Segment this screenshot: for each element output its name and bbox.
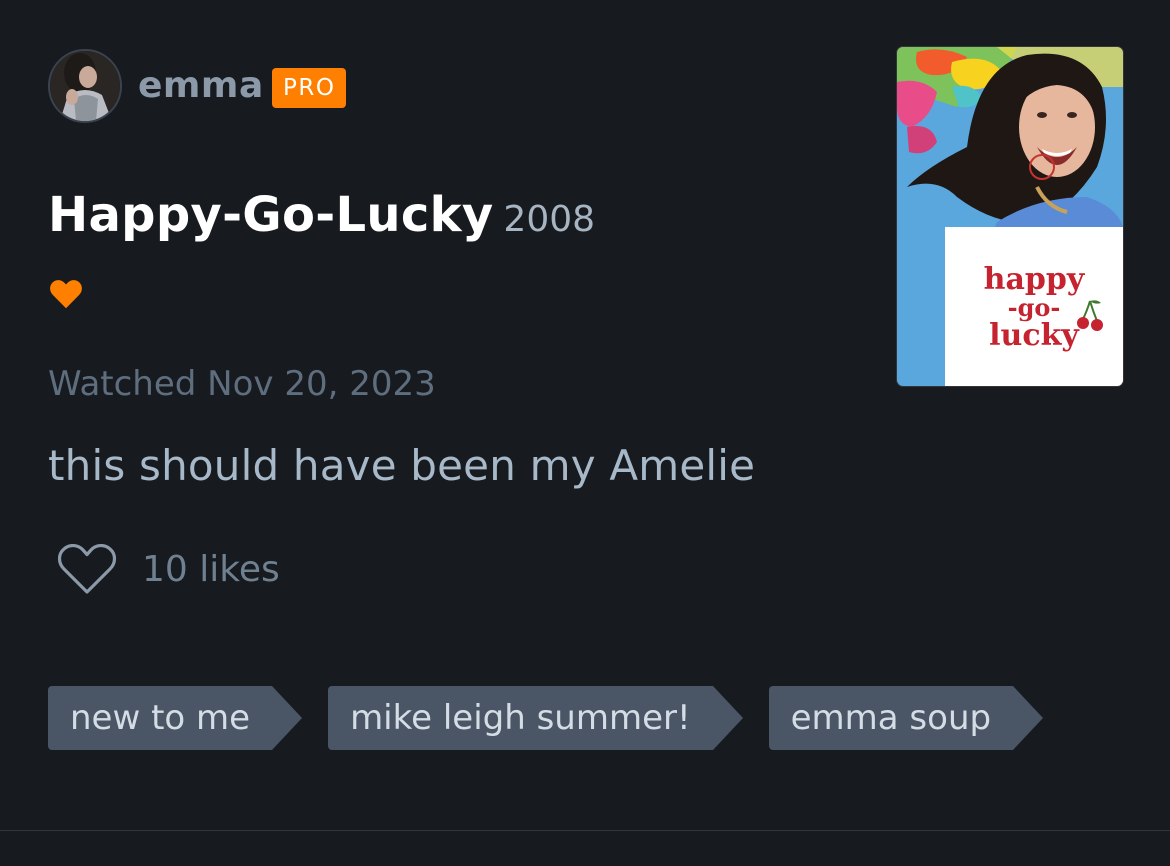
watched-date: Watched Nov 20, 2023 bbox=[48, 364, 436, 404]
avatar-image bbox=[50, 51, 120, 121]
film-year[interactable]: 2008 bbox=[503, 199, 595, 240]
heart-filled-icon bbox=[50, 280, 82, 309]
poster-title-line-1: happy bbox=[983, 262, 1085, 297]
likes-count[interactable]: 10 likes bbox=[142, 544, 280, 596]
like-row: 10 likes bbox=[56, 544, 280, 596]
review-page: emma PRO Happy-Go-Lucky 2008 Watched Nov … bbox=[0, 0, 1170, 866]
pro-badge: PRO bbox=[272, 68, 347, 108]
avatar[interactable] bbox=[48, 49, 122, 123]
review-text: this should have been my Amelie bbox=[48, 441, 756, 490]
film-title[interactable]: Happy-Go-Lucky bbox=[48, 187, 493, 243]
tag-emma-soup[interactable]: emma soup bbox=[768, 686, 1044, 750]
tag-new-to-me[interactable]: new to me bbox=[48, 686, 303, 750]
heart-outline-icon[interactable] bbox=[56, 544, 118, 596]
film-poster[interactable]: happy -go- lucky bbox=[897, 47, 1123, 386]
username[interactable]: emma bbox=[138, 64, 264, 108]
bottom-divider bbox=[0, 830, 1170, 831]
tag-list: new to me mike leigh summer! emma soup bbox=[48, 686, 1069, 750]
title-row: Happy-Go-Lucky 2008 bbox=[48, 183, 595, 252]
cherry-icon bbox=[1077, 300, 1103, 331]
tag-mike-leigh-summer[interactable]: mike leigh summer! bbox=[328, 686, 743, 750]
